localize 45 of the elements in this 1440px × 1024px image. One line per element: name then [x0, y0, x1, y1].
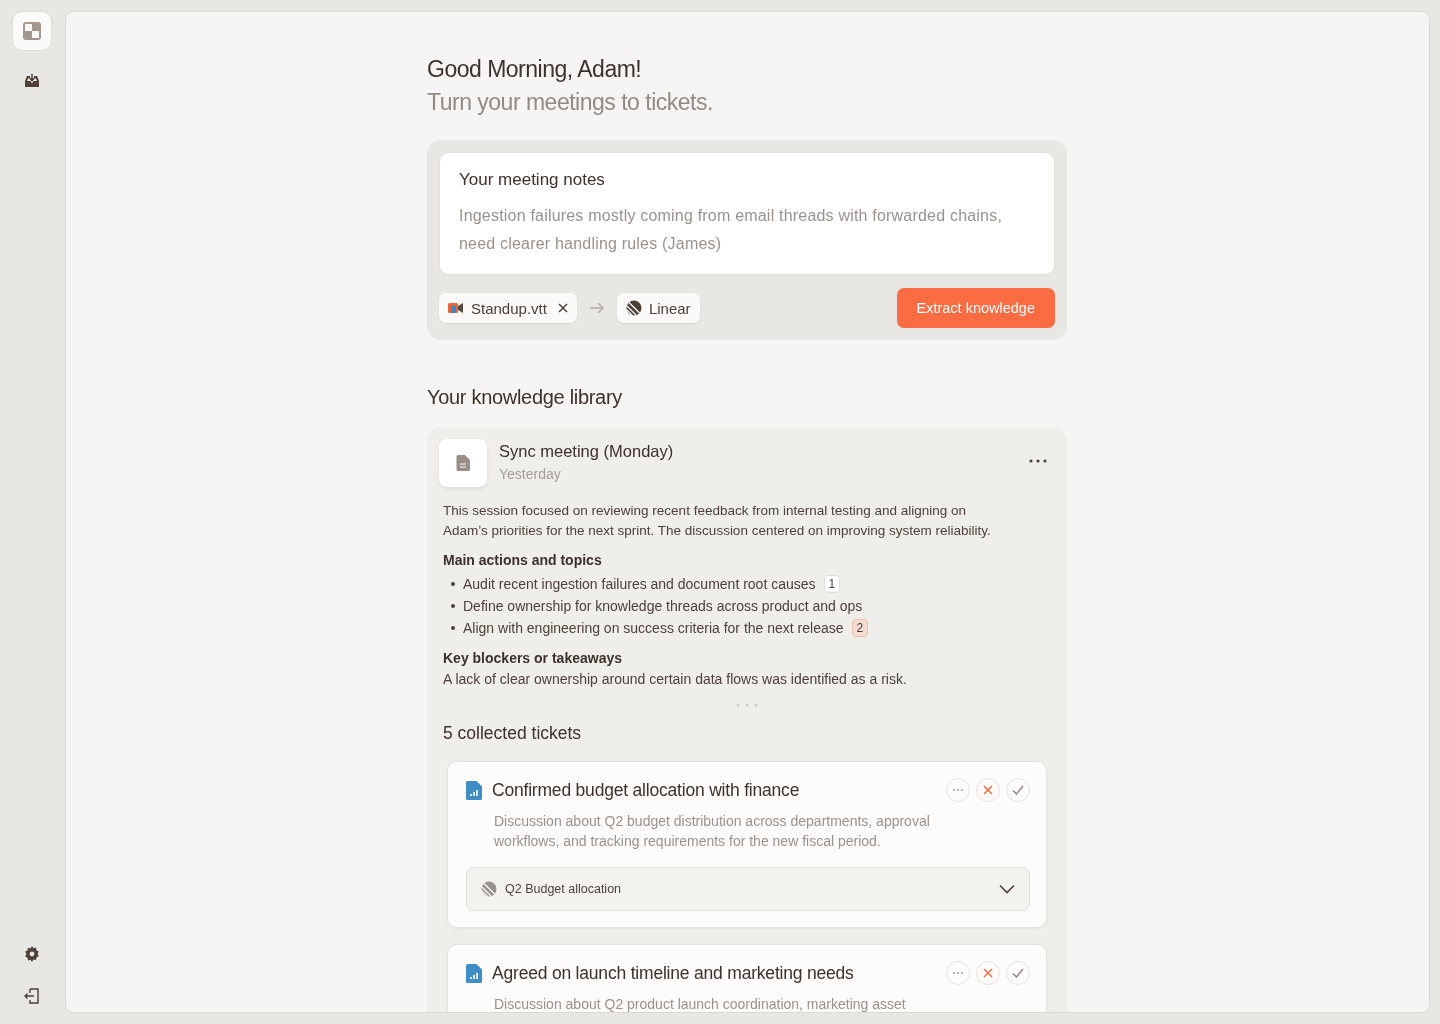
arrow-icon [588, 302, 605, 314]
takeaway-text: A lack of clear ownership around certain data flows was identified as a risk. [443, 671, 908, 687]
logo-button[interactable] [12, 11, 52, 51]
bullet-icon [451, 604, 455, 608]
check-icon [1012, 968, 1024, 978]
bullet-icon [451, 626, 455, 630]
notes-title: Your meeting notes [459, 170, 606, 190]
greeting: Good Morning, Adam! [427, 56, 643, 83]
meeting-summary: This session focused on reviewing recent feedback from internal testing and aligning on Adam’s priorities for the next sprint. The discussion centered on improving system reliability. [443, 502, 992, 540]
striped-circle-icon [481, 881, 497, 897]
destination-chip[interactable]: Linear [616, 293, 700, 323]
close-icon[interactable] [557, 303, 568, 313]
ticket-description: Discussion about Q2 product launch coordination, marketing asset [494, 995, 907, 1012]
close-icon [983, 785, 993, 795]
chart-document-icon [466, 780, 482, 800]
section-heading: Main actions and topics [443, 552, 603, 568]
destination-name: Linear [648, 299, 691, 317]
reference-badge[interactable]: 1 [823, 575, 841, 593]
ticket-title: Agreed on launch timeline and marketing needs [492, 962, 854, 984]
meeting-title: Sync meeting (Monday) [499, 442, 674, 461]
close-icon [983, 968, 993, 978]
section-heading: Key blockers or takeaways [443, 650, 623, 666]
chart-document-icon [466, 963, 482, 983]
check-icon [1012, 785, 1024, 795]
meeting-date: Yesterday [499, 466, 562, 482]
bullet-icon [451, 582, 455, 586]
chevron-down-icon [999, 884, 1015, 894]
squares-icon [22, 21, 42, 41]
notes-text: Ingestion failures mostly coming from email threads with forwarded chains, need clearer handling rules (James) [459, 206, 1004, 254]
project-dropdown[interactable]: Q2 Budget allocation [466, 867, 1030, 911]
more-icon[interactable] [1029, 459, 1047, 463]
ticket-description: Discussion about Q2 budget distribution across departments, approval workflows, and tracking requirements for the new fiscal period. [494, 812, 931, 851]
action-item: Audit recent ingestion failures and document root causes [463, 576, 816, 592]
document-icon [439, 439, 487, 487]
tickets-title: 5 collected tickets [443, 723, 583, 744]
action-item: Align with engineering on success criteria for the next release [463, 620, 844, 636]
ticket-title: Confirmed budget allocation with finance [492, 779, 800, 801]
file-name: Standup.vtt [471, 299, 547, 317]
notes-field[interactable]: Your meeting notes Ingestion failures mostly coming from email threads with forwarded chains, need clearer handling rules (James) [439, 152, 1055, 275]
striped-circle-icon [625, 300, 642, 316]
section-title: Your knowledge library [427, 386, 623, 409]
reference-badge[interactable]: 2 [851, 619, 869, 637]
subtitle: Turn your meetings to tickets. [427, 89, 714, 116]
action-item: Define ownership for knowledge threads across product and ops [463, 598, 863, 614]
video-icon [448, 301, 464, 315]
